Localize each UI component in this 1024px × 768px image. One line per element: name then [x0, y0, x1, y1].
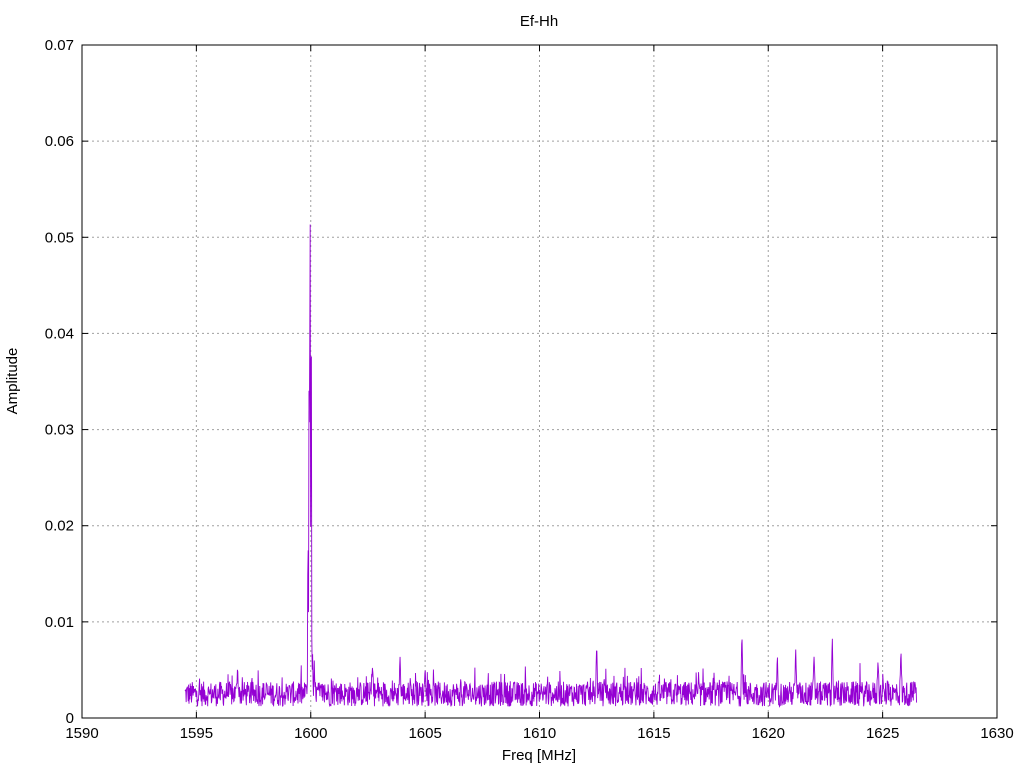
- series-line: [184, 224, 918, 708]
- y-tick-label: 0.07: [45, 37, 74, 54]
- series-lines: [184, 224, 918, 708]
- x-tick-label: 1610: [523, 725, 556, 742]
- chart-title: Ef-Hh: [520, 13, 558, 30]
- y-tick-label: 0.04: [45, 325, 74, 342]
- x-tick-label: 1600: [294, 725, 327, 742]
- y-tick-label: 0.01: [45, 614, 74, 631]
- y-tick-label: 0.03: [45, 422, 74, 439]
- x-tick-label: 1630: [980, 725, 1013, 742]
- grid-lines: [82, 45, 997, 718]
- tick-labels: 1590 1595 1600 1605 1610 1615 1620 1625 1630 0 0.0…: [45, 37, 1014, 742]
- y-tick-label: 0: [66, 710, 74, 727]
- x-tick-label: 1590: [65, 725, 98, 742]
- x-tick-label: 1605: [408, 725, 441, 742]
- y-axis-label: Amplitude: [4, 348, 21, 415]
- y-tick-label: 0.05: [45, 229, 74, 246]
- x-tick-label: 1620: [752, 725, 785, 742]
- x-tick-label: 1625: [866, 725, 899, 742]
- y-tick-label: 0.02: [45, 518, 74, 535]
- chart: 1590 1595 1600 1605 1610 1615 1620 1625 1630 0 0.0…: [4, 13, 1014, 764]
- x-axis-label: Freq [MHz]: [502, 747, 576, 764]
- y-tick-label: 0.06: [45, 133, 74, 150]
- x-tick-label: 1615: [637, 725, 670, 742]
- x-tick-label: 1595: [180, 725, 213, 742]
